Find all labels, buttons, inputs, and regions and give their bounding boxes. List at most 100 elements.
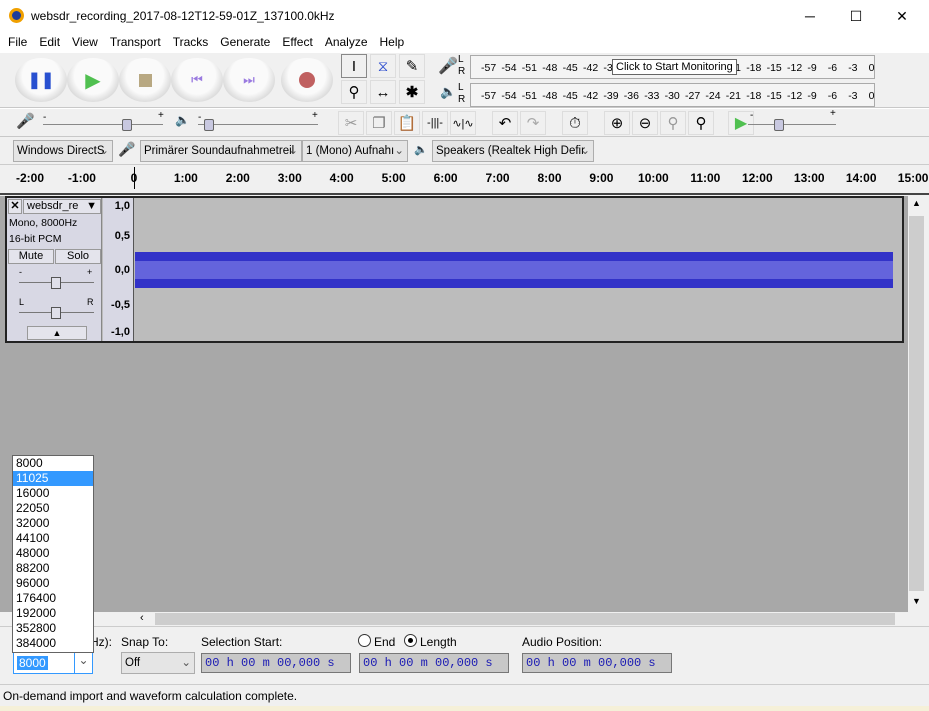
redo-button[interactable]: ↷ bbox=[520, 111, 546, 135]
selection-length-time[interactable]: 00 h 00 m 00,000 s bbox=[359, 653, 509, 673]
ruler-tick-label: 14:00 bbox=[845, 171, 877, 185]
horizontal-scrollbar[interactable]: ‹ bbox=[0, 612, 908, 626]
menu-effect[interactable]: Effect bbox=[282, 32, 312, 52]
minimize-button[interactable]: ─ bbox=[787, 0, 833, 32]
skip-end-button[interactable]: ⏭ bbox=[223, 58, 275, 102]
status-text: On-demand import and waveform calculatio… bbox=[3, 689, 298, 703]
audio-position-time[interactable]: 00 h 00 m 00,000 s bbox=[522, 653, 672, 673]
menu-edit[interactable]: Edit bbox=[39, 32, 60, 52]
silence-audio-icon: ∿|∿ bbox=[452, 117, 474, 130]
timeline-ruler[interactable]: -2:00-1:0001:002:003:004:005:006:007:008… bbox=[0, 165, 929, 195]
scroll-down-icon[interactable]: ▼ bbox=[912, 596, 921, 606]
playback-meter[interactable]: -57 -54 -51 -48 -45 -42 -39 -36 -33 -30 -27 -24 -21-… bbox=[470, 83, 875, 107]
maximize-button[interactable]: ☐ bbox=[833, 0, 879, 32]
rate-option[interactable]: 11025 bbox=[13, 471, 93, 486]
scroll-left-icon[interactable]: ‹ bbox=[140, 612, 144, 624]
rate-option[interactable]: 352800 bbox=[13, 621, 93, 636]
length-radio-label: Length bbox=[420, 635, 457, 649]
project-rate-combo[interactable]: 8000 ⌄ bbox=[13, 652, 93, 674]
multi-tool[interactable]: ✱ bbox=[399, 80, 425, 104]
play-speed-slider[interactable] bbox=[748, 119, 836, 131]
pause-button[interactable]: ❚❚ bbox=[15, 58, 67, 102]
meter-scale-label: 0 bbox=[868, 90, 875, 102]
zoom-in-button[interactable]: ⊕ bbox=[604, 111, 630, 135]
fit-selection-button[interactable]: ⚲ bbox=[660, 111, 686, 135]
vertical-scrollbar[interactable]: ▲ ▼ bbox=[908, 196, 925, 612]
slider-thumb[interactable] bbox=[204, 119, 214, 131]
sync-lock-button[interactable]: ⏱ bbox=[562, 111, 588, 135]
play-icon: ▶ bbox=[85, 69, 101, 92]
menu-file[interactable]: File bbox=[8, 32, 27, 52]
rate-option[interactable]: 192000 bbox=[13, 606, 93, 621]
input-volume-slider[interactable] bbox=[43, 119, 163, 131]
rate-option[interactable]: 96000 bbox=[13, 576, 93, 591]
zoom-tool[interactable]: ⚲ bbox=[341, 80, 367, 104]
record-meter-mic-icon[interactable]: 🎤 bbox=[438, 56, 458, 76]
meter-scale-label: -45 bbox=[562, 90, 578, 102]
recording-device-dropdown[interactable]: Primärer Soundaufnahmetreil ⌄ bbox=[140, 140, 302, 162]
selection-start-time[interactable]: 00 h 00 m 00,000 s bbox=[201, 653, 351, 673]
envelope-tool[interactable]: ⧖ bbox=[370, 54, 396, 78]
snap-to-dropdown[interactable]: Off ⌄ bbox=[121, 652, 195, 674]
rate-option[interactable]: 176400 bbox=[13, 591, 93, 606]
transport-toolbar: ❚❚ ▶ ⏮ ⏭ bbox=[15, 58, 333, 102]
draw-tool[interactable]: ✎ bbox=[399, 54, 425, 78]
rate-option[interactable]: 16000 bbox=[13, 486, 93, 501]
copy-button[interactable]: ❐ bbox=[366, 111, 392, 135]
zoom-out-button[interactable]: ⊖ bbox=[632, 111, 658, 135]
gain-slider[interactable] bbox=[19, 277, 94, 289]
end-radio[interactable] bbox=[358, 634, 371, 647]
trim-button[interactable]: -|||- bbox=[422, 111, 448, 135]
play-button[interactable]: ▶ bbox=[67, 58, 119, 102]
rate-option[interactable]: 88200 bbox=[13, 561, 93, 576]
slider-thumb[interactable] bbox=[773, 119, 784, 131]
rate-option[interactable]: 384000 bbox=[13, 636, 93, 651]
menu-analyze[interactable]: Analyze bbox=[325, 32, 368, 52]
selection-tool[interactable]: I bbox=[341, 54, 367, 78]
close-track-button[interactable]: ✕ bbox=[8, 199, 22, 214]
project-rate-list[interactable]: 8000 11025 16000 22050 32000 44100 48000 88200 9… bbox=[12, 455, 94, 653]
stop-button[interactable] bbox=[119, 58, 171, 102]
skip-start-button[interactable]: ⏮ bbox=[171, 58, 223, 102]
cut-button[interactable]: ✂ bbox=[338, 111, 364, 135]
menu-help[interactable]: Help bbox=[380, 32, 405, 52]
project-rate-value[interactable]: 8000 bbox=[17, 656, 48, 670]
playback-meter-speaker-icon[interactable]: 🔈 bbox=[440, 84, 456, 100]
length-radio[interactable] bbox=[404, 634, 417, 647]
menu-tracks[interactable]: Tracks bbox=[173, 32, 209, 52]
track-menu-button[interactable]: websdr_re ▼ bbox=[23, 199, 101, 214]
rate-option[interactable]: 44100 bbox=[13, 531, 93, 546]
slider-thumb[interactable] bbox=[122, 119, 132, 131]
menu-transport[interactable]: Transport bbox=[110, 32, 161, 52]
zoom-selection-icon: ⚲ bbox=[667, 115, 679, 132]
collapse-track-button[interactable]: ▲ bbox=[27, 326, 87, 340]
solo-button[interactable]: Solo bbox=[55, 249, 101, 264]
audio-host-dropdown[interactable]: Windows DirectS ⌄ bbox=[13, 140, 113, 162]
playback-device-dropdown[interactable]: Speakers (Realtek High Defir ⌄ bbox=[432, 140, 594, 162]
paste-button[interactable]: 📋 bbox=[394, 111, 420, 135]
recording-channels-dropdown[interactable]: 1 (Mono) Aufnahı ⌄ bbox=[302, 140, 408, 162]
meter-scale-label: -6 bbox=[827, 90, 838, 102]
mute-button[interactable]: Mute bbox=[8, 249, 54, 264]
chevron-down-icon[interactable]: ⌄ bbox=[74, 653, 92, 673]
silence-button[interactable]: ∿|∿ bbox=[450, 111, 476, 135]
menu-view[interactable]: View bbox=[72, 32, 98, 52]
rate-option[interactable]: 8000 bbox=[13, 456, 93, 471]
undo-button[interactable]: ↶ bbox=[492, 111, 518, 135]
time-shift-tool[interactable]: ↔ bbox=[370, 80, 396, 104]
fit-project-button[interactable]: ⚲ bbox=[688, 111, 714, 135]
pan-slider[interactable] bbox=[19, 307, 94, 319]
rate-option[interactable]: 22050 bbox=[13, 501, 93, 516]
output-volume-slider[interactable] bbox=[198, 119, 318, 131]
close-button[interactable]: ✕ bbox=[879, 0, 925, 32]
scroll-up-icon[interactable]: ▲ bbox=[912, 198, 921, 208]
rate-option[interactable]: 48000 bbox=[13, 546, 93, 561]
menu-generate[interactable]: Generate bbox=[220, 32, 270, 52]
slider-thumb[interactable] bbox=[51, 307, 61, 319]
rate-option[interactable]: 32000 bbox=[13, 516, 93, 531]
slider-thumb[interactable] bbox=[51, 277, 61, 289]
waveform[interactable] bbox=[135, 252, 893, 288]
scroll-thumb[interactable] bbox=[155, 613, 895, 625]
record-button[interactable] bbox=[281, 58, 333, 102]
scroll-thumb[interactable] bbox=[909, 216, 924, 591]
